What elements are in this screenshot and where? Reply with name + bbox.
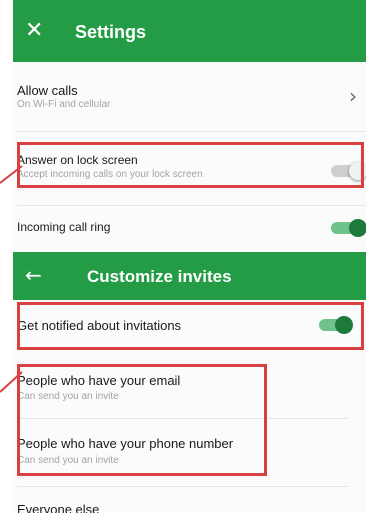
email-invite-subtitle: Can send you an invite	[17, 391, 119, 402]
get-notified-row[interactable]: Get notified about invitations	[13, 300, 366, 352]
settings-toolbar: ✕ Settings	[13, 0, 366, 62]
email-invite-title: People who have your email	[17, 373, 181, 388]
customize-invites-title: Customize invites	[87, 267, 232, 286]
incoming-call-ring-toggle[interactable]	[329, 218, 366, 238]
answer-lock-screen-title: Answer on lock screen	[17, 153, 138, 167]
close-icon[interactable]: ✕	[25, 20, 43, 42]
answer-lock-screen-subtitle: Accept incoming calls on your lock scree…	[17, 169, 203, 180]
allow-calls-subtitle: On Wi-Fi and cellular	[17, 99, 111, 110]
everyone-else-title: Everyone else	[17, 502, 100, 513]
phone-screen: ✕ Settings Allow calls On Wi-Fi and cell…	[13, 0, 366, 513]
chevron-right-icon: ›	[349, 84, 357, 108]
get-notified-title: Get notified about invitations	[17, 318, 182, 333]
answer-lock-screen-row[interactable]: Answer on lock screen Accept incoming ca…	[13, 132, 366, 206]
answer-lock-screen-toggle[interactable]	[329, 161, 366, 181]
toggle-thumb	[349, 219, 366, 237]
divider	[17, 418, 348, 419]
everyone-else-row[interactable]: Everyone else	[13, 486, 366, 513]
phone-invite-title: People who have your phone number	[17, 436, 234, 451]
customize-invites-toolbar: ← Customize invites	[13, 252, 366, 300]
toggle-thumb	[349, 162, 366, 180]
settings-title: Settings	[75, 22, 147, 42]
toggle-thumb	[335, 316, 353, 334]
phone-invite-subtitle: Can send you an invite	[17, 455, 119, 466]
incoming-call-ring-row[interactable]: Incoming call ring	[13, 206, 366, 252]
email-invite-row[interactable]: People who have your email Can send you …	[13, 362, 366, 420]
allow-calls-row[interactable]: Allow calls On Wi-Fi and cellular ›	[13, 62, 366, 132]
allow-calls-title: Allow calls	[17, 83, 78, 98]
phone-invite-row[interactable]: People who have your phone number Can se…	[13, 420, 366, 487]
get-notified-toggle[interactable]	[317, 315, 353, 335]
back-arrow-icon[interactable]: ←	[25, 265, 42, 285]
incoming-call-ring-title: Incoming call ring	[17, 220, 111, 234]
